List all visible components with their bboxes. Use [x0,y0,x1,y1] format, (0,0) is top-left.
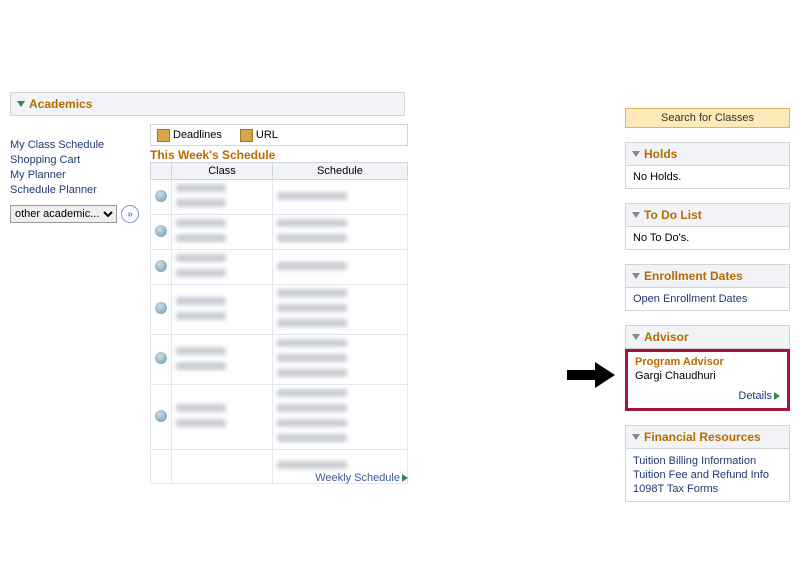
financial-header[interactable]: Financial Resources [625,425,790,449]
link-my-planner[interactable]: My Planner [10,168,140,183]
advisor-highlight: Program Advisor Gargi Chaudhuri Details [625,349,790,411]
table-row [151,180,408,215]
class-icon [155,260,167,272]
todo-body: No To Do's. [625,227,790,250]
chevron-right-icon [774,392,780,400]
chevron-right-icon [402,474,408,482]
link-tuition-refund[interactable]: Tuition Fee and Refund Info [633,468,782,482]
table-row [151,335,408,385]
advisor-title: Advisor [644,330,689,344]
arrow-right-icon [595,362,615,388]
advisor-body: Program Advisor Gargi Chaudhuri Details [628,352,787,408]
weekly-schedule-link[interactable]: Weekly Schedule [315,472,408,484]
annotation-arrow [567,362,619,388]
go-button[interactable]: » [121,205,139,223]
chevron-down-icon [632,212,640,218]
chevron-down-icon [632,334,640,340]
link-tuition-billing[interactable]: Tuition Billing Information [633,454,782,468]
advisor-details-link[interactable]: Details [738,390,780,402]
advisor-header[interactable]: Advisor [625,325,790,349]
sidebar-links: My Class Schedule Shopping Cart My Plann… [10,138,140,198]
holds-header[interactable]: Holds [625,142,790,166]
link-shopping-cart[interactable]: Shopping Cart [10,153,140,168]
right-column: Search for Classes Holds No Holds. To Do… [625,108,790,502]
enroll-body: Open Enrollment Dates [625,288,790,311]
advisor-name: Gargi Chaudhuri [635,370,780,382]
chevron-down-icon [632,434,640,440]
open-enrollment-link[interactable]: Open Enrollment Dates [633,293,782,305]
financial-title: Financial Resources [644,430,761,444]
financial-body: Tuition Billing Information Tuition Fee … [625,449,790,502]
collapse-icon [17,101,25,107]
col-icon [151,163,172,180]
todo-header[interactable]: To Do List [625,203,790,227]
weekly-schedule-link-row: Weekly Schedule [150,472,408,484]
advisor-label: Program Advisor [635,356,780,368]
link-schedule-planner[interactable]: Schedule Planner [10,183,140,198]
table-row [151,385,408,450]
class-icon [155,410,167,422]
url-label: URL [256,129,278,141]
chevron-down-icon [632,151,640,157]
deadlines-label: Deadlines [173,129,222,141]
toolbar: Deadlines URL [150,124,408,146]
other-academic-select[interactable]: other academic... [10,205,117,223]
deadlines-button[interactable]: Deadlines [157,129,222,142]
class-icon [155,225,167,237]
deadlines-icon [157,129,170,142]
academics-title: Academics [29,97,92,111]
schedule-table: Class Schedule [150,162,408,484]
link-1098t-tax[interactable]: 1098T Tax Forms [633,482,782,496]
url-icon [240,129,253,142]
url-button[interactable]: URL [240,129,278,142]
chevron-down-icon [632,273,640,279]
holds-body: No Holds. [625,166,790,189]
holds-title: Holds [644,147,677,161]
todo-title: To Do List [644,208,702,222]
class-icon [155,190,167,202]
class-icon [155,302,167,314]
other-academic-row: other academic... » [10,205,139,223]
enroll-header[interactable]: Enrollment Dates [625,264,790,288]
col-class: Class [172,163,273,180]
search-classes-button[interactable]: Search for Classes [625,108,790,128]
schedule-title: This Week's Schedule [150,148,275,162]
enroll-title: Enrollment Dates [644,269,743,283]
link-my-class-schedule[interactable]: My Class Schedule [10,138,140,153]
table-row [151,250,408,285]
table-row [151,285,408,335]
class-icon [155,352,167,364]
table-row [151,215,408,250]
col-schedule: Schedule [272,163,407,180]
academics-header[interactable]: Academics [10,92,405,116]
